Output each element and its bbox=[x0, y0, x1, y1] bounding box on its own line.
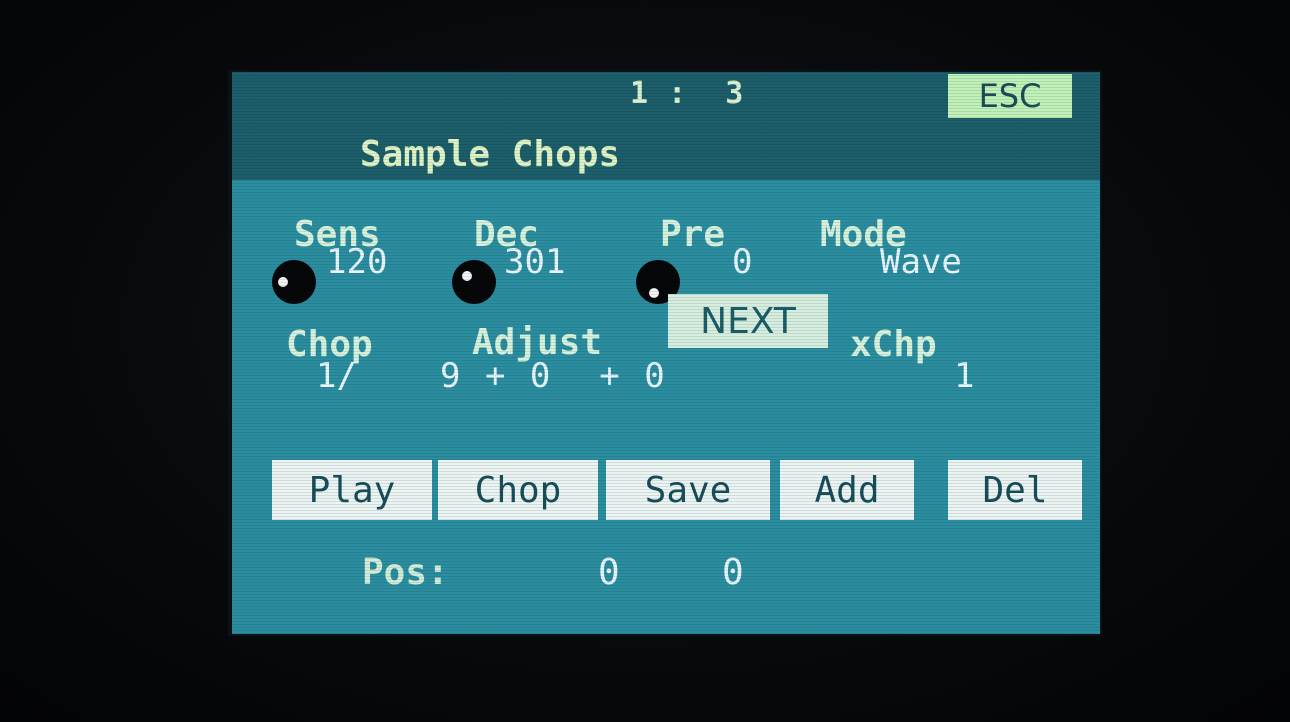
pos-value-start: 0 bbox=[598, 552, 620, 593]
next-button[interactable]: NEXT bbox=[668, 294, 828, 348]
pos-value-end: 0 bbox=[722, 552, 744, 593]
mode-value: Wave bbox=[880, 242, 962, 282]
pre-label: Pre bbox=[660, 214, 726, 255]
dec-value: 301 bbox=[504, 242, 566, 282]
xchp-label: xChp bbox=[850, 324, 937, 365]
play-button[interactable]: Play bbox=[272, 460, 432, 520]
page-title: Sample Chops bbox=[360, 134, 621, 175]
dec-knob[interactable] bbox=[452, 260, 496, 304]
add-button[interactable]: Add bbox=[780, 460, 914, 520]
esc-button[interactable]: ESC bbox=[948, 74, 1072, 118]
sens-knob[interactable] bbox=[272, 260, 316, 304]
header-bar: 1 : 3 Sample Chops ESC bbox=[232, 72, 1100, 180]
pre-knob-indicator bbox=[649, 288, 659, 298]
chop-button[interactable]: Chop bbox=[438, 460, 598, 520]
chop-value: 1/ bbox=[316, 356, 357, 396]
sens-knob-indicator bbox=[278, 277, 288, 287]
pos-label: Pos: bbox=[362, 552, 449, 593]
sens-value: 120 bbox=[326, 242, 388, 282]
save-button[interactable]: Save bbox=[606, 460, 770, 520]
device-body: 1 : 3 Sample Chops ESC Sens Dec Pre Mode… bbox=[0, 0, 1290, 722]
page-indicator: 1 : 3 bbox=[630, 76, 745, 111]
xchp-value: 1 bbox=[954, 356, 975, 396]
pre-value: 0 bbox=[732, 242, 753, 282]
del-button[interactable]: Del bbox=[948, 460, 1082, 520]
dec-knob-indicator bbox=[462, 271, 472, 281]
adjust-value: 9 + 0 + 0 bbox=[440, 356, 665, 396]
lcd-screen: 1 : 3 Sample Chops ESC Sens Dec Pre Mode… bbox=[232, 72, 1100, 634]
